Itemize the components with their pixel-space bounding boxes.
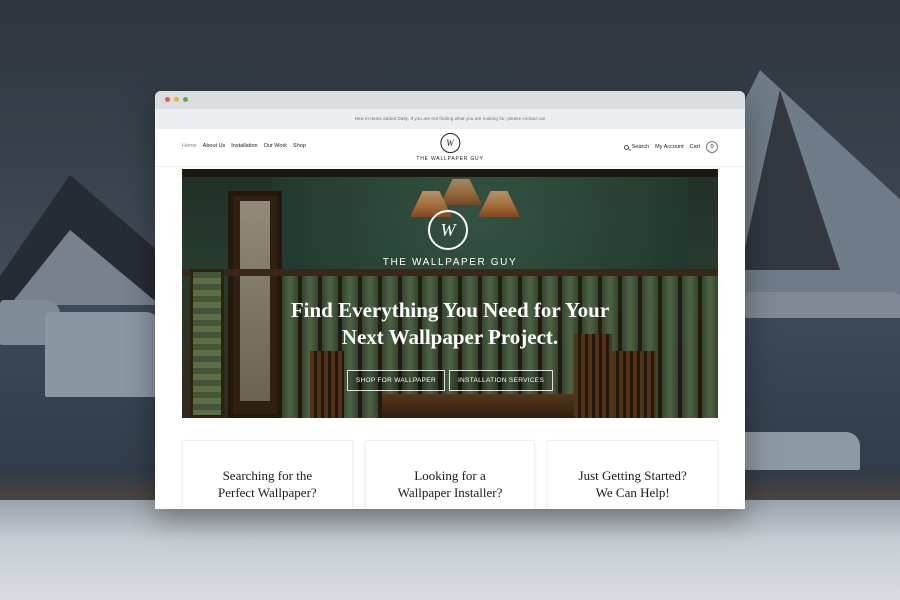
site-logo[interactable]: W THE WALLPAPER GUY <box>416 133 483 162</box>
logo-wordmark: THE WALLPAPER GUY <box>416 156 484 162</box>
nav-shop[interactable]: Shop <box>293 143 306 149</box>
minimize-window-dot[interactable] <box>174 97 179 102</box>
installation-services-button[interactable]: INSTALLATION SERVICES <box>448 370 554 391</box>
iceberg <box>740 432 860 470</box>
search-button[interactable]: Search <box>623 144 650 150</box>
nav-about-us[interactable]: About Us <box>203 143 226 149</box>
card-title-line1: Just Getting Started? <box>578 468 687 483</box>
iceberg <box>745 292 900 318</box>
iceberg <box>45 312 160 397</box>
my-account-link[interactable]: My Account <box>655 144 683 150</box>
search-label: Search <box>631 144 650 150</box>
browser-window: New in Items added Daily. If you are not… <box>155 91 745 509</box>
snow-foreground <box>0 500 900 600</box>
hero-headline-line1: Find Everything You Need for Your <box>290 298 610 322</box>
logo-monogram-icon: W <box>439 133 460 153</box>
hero-brand-name: THE WALLPAPER GUY <box>382 257 518 268</box>
card-search-wallpaper[interactable]: Searching for the Perfect Wallpaper? <box>182 440 353 509</box>
main-nav: Home About Us Installation Our Work Shop <box>182 143 306 149</box>
header-utilities: Search My Account Cart 0 <box>623 141 718 153</box>
nav-our-work[interactable]: Our Work <box>264 143 287 149</box>
feature-cards: Searching for the Perfect Wallpaper? Loo… <box>182 440 719 509</box>
card-title-line2: Perfect Wallpaper? <box>217 485 317 500</box>
search-icon <box>623 144 629 150</box>
site-header: Home About Us Installation Our Work Shop… <box>155 129 745 167</box>
cart-link[interactable]: Cart <box>690 144 700 150</box>
shop-for-wallpaper-button[interactable]: SHOP FOR WALLPAPER <box>346 370 445 391</box>
hero-cta-group: SHOP FOR WALLPAPER INSTALLATION SERVICES <box>182 370 718 391</box>
browser-titlebar <box>155 91 745 109</box>
nav-home[interactable]: Home <box>182 143 197 149</box>
cart-count-badge[interactable]: 0 <box>706 141 718 153</box>
announcement-bar: New in Items added Daily. If you are not… <box>155 109 745 129</box>
card-getting-started[interactable]: Just Getting Started? We Can Help! <box>547 440 719 509</box>
card-title-line2: We Can Help! <box>595 485 670 500</box>
maximize-window-dot[interactable] <box>183 97 188 102</box>
card-find-installer[interactable]: Looking for a Wallpaper Installer? <box>364 440 536 509</box>
hero-headline-line2: Next Wallpaper Project. <box>341 325 559 349</box>
hero-headline: Find Everything You Need for Your Next W… <box>182 297 718 351</box>
hero-banner: W THE WALLPAPER GUY Find Everything You … <box>182 169 718 418</box>
card-title-line1: Looking for a <box>414 468 486 483</box>
nav-installation[interactable]: Installation <box>231 143 257 149</box>
card-title-line2: Wallpaper Installer? <box>397 485 503 500</box>
close-window-dot[interactable] <box>165 97 170 102</box>
hero-logo-icon: W <box>428 210 468 250</box>
card-title-line1: Searching for the <box>222 468 313 483</box>
